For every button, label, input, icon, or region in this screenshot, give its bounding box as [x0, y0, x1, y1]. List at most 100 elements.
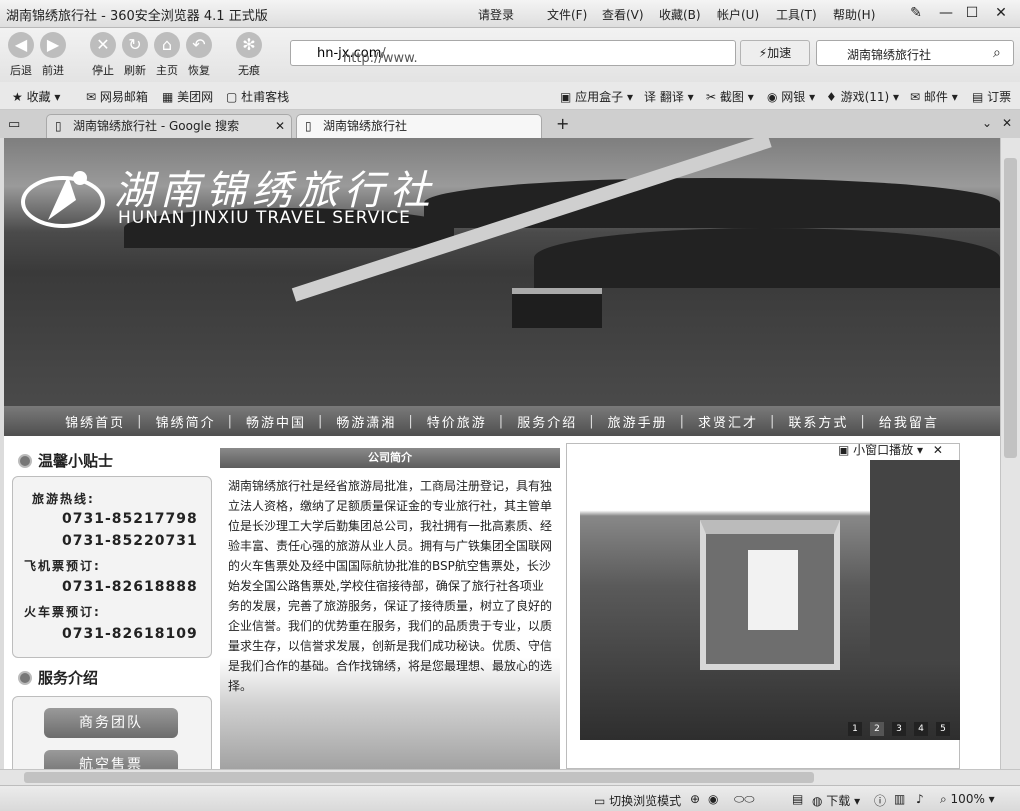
menu-help[interactable]: 帮助(H) — [833, 6, 875, 23]
site-menu-handbook[interactable]: 旅游手册 — [608, 412, 668, 431]
speed-button[interactable]: ⚡加速 — [740, 40, 810, 66]
menu-file[interactable]: 文件(F) — [547, 6, 587, 23]
intro-heading: 公司简介 — [220, 448, 560, 468]
window-title: 湖南锦绣旅行社 - 360安全浏览器 4.1 正式版 — [6, 9, 268, 24]
forward-button[interactable]: ▶ 前进 — [38, 30, 68, 78]
menu-login[interactable]: 请登录 — [478, 6, 514, 23]
site-menu-message[interactable]: 给我留言 — [879, 412, 939, 431]
bookmark-meituan[interactable]: ▦ 美团网 — [162, 88, 213, 105]
chevron-down-icon[interactable]: ▾ — [917, 443, 923, 457]
tab-google-search[interactable]: ▯ 湖南锦绣旅行社 - Google 搜索 ✕ — [46, 114, 292, 138]
skin-icon[interactable]: ✎ — [905, 3, 927, 23]
bullet-icon — [18, 454, 32, 468]
scroll-thumb[interactable] — [1004, 158, 1017, 458]
building-shape — [870, 460, 960, 660]
pager-3[interactable]: 3 — [892, 722, 906, 736]
site-menu-hunan[interactable]: 畅游潇湘 — [336, 412, 396, 431]
site-menu-home[interactable]: 锦绣首页 — [65, 412, 125, 431]
search-icon[interactable]: ⌕ — [993, 45, 1001, 61]
bookmark-163-mail[interactable]: ✉ 网易邮箱 — [86, 88, 148, 105]
restore-button[interactable]: ↶ 恢复 — [184, 30, 214, 78]
hotline-number-1: 0731-85217798 — [62, 511, 198, 527]
bookmarks-bar: ★ 收藏 ▾ ✉ 网易邮箱 ▦ 美团网 ▢ 杜甫客栈 ▣ 应用盒子 ▾ 译 翻译… — [0, 82, 1020, 110]
small-window-toolbar: ▣ 小窗口播放 ▾ ✕ — [838, 441, 943, 458]
site-banner: 湖南锦绣旅行社 HUNAN JINXIU TRAVEL SERVICE — [4, 138, 1000, 406]
arrow-right-icon: ▶ — [40, 32, 66, 58]
player-image[interactable]: 1 2 3 4 5 — [580, 460, 960, 740]
refresh-icon: ↻ — [122, 32, 148, 58]
bookmark-app-box[interactable]: ▣ 应用盒子 ▾ — [560, 88, 633, 105]
bookmark-tickets[interactable]: ▤ 订票 — [972, 88, 1011, 105]
air-ticket-number: 0731-82618888 — [62, 579, 198, 595]
navigation-toolbar: ◀ 后退 ▶ 前进 ✕ 停止 ↻ 刷新 ⌂ 主页 ↶ 恢复 ✻ 无痕 http://www. h… — [0, 28, 1020, 82]
train-ticket-number: 0731-82618109 — [62, 626, 198, 642]
hotline-label: 旅游热线: — [32, 492, 95, 506]
vertical-scrollbar[interactable] — [1000, 138, 1020, 769]
bookmark-mail[interactable]: ✉ 邮件 ▾ — [910, 88, 958, 105]
home-button[interactable]: ⌂ 主页 — [152, 30, 182, 78]
menu-tools[interactable]: 工具(T) — [776, 6, 817, 23]
back-button[interactable]: ◀ 后退 — [6, 30, 36, 78]
pager-5[interactable]: 5 — [936, 722, 950, 736]
search-input[interactable]: 湖南锦绣旅行社 ⌕ — [816, 40, 1014, 66]
volume-icon[interactable]: ♪ — [916, 792, 924, 806]
horizontal-scrollbar[interactable] — [0, 769, 1020, 785]
close-button[interactable]: ✕ — [990, 3, 1012, 23]
status-toggle-icon[interactable]: ⬭⬭ — [734, 792, 755, 807]
bookmark-screenshot[interactable]: ✂ 截图 ▾ — [706, 88, 754, 105]
lightning-icon: ⚡ — [758, 46, 768, 60]
menu-view[interactable]: 查看(V) — [602, 6, 644, 23]
service-air-ticket-button[interactable]: 航空售票 — [44, 750, 178, 769]
tab-list-icon[interactable]: ⌄ — [982, 116, 992, 130]
site-menu: 锦绣首页 | 锦绣简介 | 畅游中国 | 畅游潇湘 | 特价旅游 | 服务介绍 | 旅游手册… — [4, 406, 1000, 436]
menu-favorites[interactable]: 收藏(B) — [659, 6, 701, 23]
pager-1[interactable]: 1 — [848, 722, 862, 736]
site-menu-china[interactable]: 畅游中国 — [246, 412, 306, 431]
status-shield-icon[interactable]: ⊕ — [690, 792, 700, 806]
pavilion-shape — [512, 288, 602, 328]
new-tab-button[interactable]: + — [556, 114, 569, 133]
pager-4[interactable]: 4 — [914, 722, 928, 736]
bookmark-games[interactable]: ♦ 游戏(11) ▾ — [826, 88, 899, 105]
bookmark-translate[interactable]: 译 翻译 ▾ — [644, 88, 694, 105]
browse-mode-button[interactable]: ▭ 切换浏览模式 — [594, 792, 681, 809]
service-business-team-button[interactable]: 商务团队 — [44, 708, 178, 738]
status-info-icon[interactable]: ⓘ — [874, 792, 886, 809]
site-menu-jobs[interactable]: 求贤汇才 — [698, 412, 758, 431]
pager-2[interactable]: 2 — [870, 722, 884, 736]
menu-account[interactable]: 帐户(U) — [717, 6, 759, 23]
no-trace-button[interactable]: ✻ 无痕 — [234, 30, 264, 78]
site-menu-special[interactable]: 特价旅游 — [427, 412, 487, 431]
status-bar: ▭ 切换浏览模式 ⊕ ◉ ⬭⬭ ▤ ◍ 下载 ▾ ⓘ ▥ ♪ ⌕ 100% ▾ — [0, 785, 1020, 811]
status-list-icon[interactable]: ▤ — [792, 792, 803, 806]
status-user-icon[interactable]: ◉ — [708, 792, 718, 806]
site-menu-contact[interactable]: 联系方式 — [788, 412, 848, 431]
paw-icon: ✻ — [236, 32, 262, 58]
service-heading: 服务介绍 — [18, 667, 98, 688]
bookmark-dufu-inn[interactable]: ▢ 杜甫客栈 — [226, 88, 289, 105]
minimize-button[interactable]: — — [935, 3, 957, 23]
refresh-button[interactable]: ↻ 刷新 — [120, 30, 150, 78]
bookmark-bank[interactable]: ◉ 网银 ▾ — [767, 88, 815, 105]
small-window-play-button[interactable]: 小窗口播放 — [853, 443, 913, 457]
page-icon: ▯ — [305, 119, 312, 133]
status-print-icon[interactable]: ▥ — [894, 792, 905, 806]
stop-button[interactable]: ✕ 停止 — [88, 30, 118, 78]
download-button[interactable]: ◍ 下载 ▾ — [812, 792, 860, 809]
close-tab-icon[interactable]: ✕ — [1002, 116, 1012, 130]
site-menu-about[interactable]: 锦绣简介 — [156, 412, 216, 431]
zoom-control[interactable]: ⌕ 100% ▾ — [940, 792, 995, 807]
tab-close-icon[interactable]: ✕ — [275, 115, 285, 137]
address-bar[interactable]: http://www. hn-jx.com/ — [290, 40, 736, 66]
scroll-thumb[interactable] — [24, 772, 814, 783]
maximize-button[interactable]: ☐ — [961, 3, 983, 23]
site-menu-services[interactable]: 服务介绍 — [517, 412, 577, 431]
shore-shape — [534, 228, 1000, 288]
sidebar-toggle-icon[interactable]: ▭ — [8, 117, 20, 132]
bookmark-favorites[interactable]: ★ 收藏 ▾ — [12, 88, 60, 105]
home-icon: ⌂ — [154, 32, 180, 58]
bullet-icon — [18, 671, 32, 685]
tab-hunan-jinxiu[interactable]: ▯ 湖南锦绣旅行社 — [296, 114, 542, 138]
small-window-close-icon[interactable]: ✕ — [933, 443, 943, 457]
arrow-left-icon: ◀ — [8, 32, 34, 58]
